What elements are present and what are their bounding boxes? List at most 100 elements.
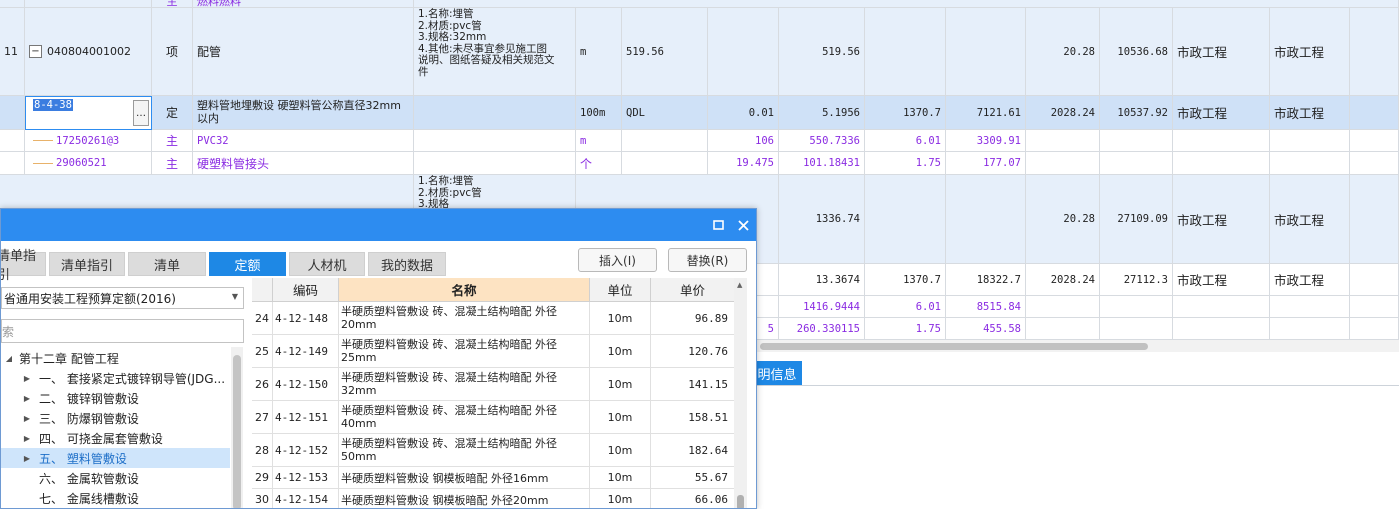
grid-cell xyxy=(1173,318,1270,340)
tree-item[interactable]: ▶ 一、 套接紧定式镀锌钢导管(JDG... xyxy=(1,368,230,388)
header-code[interactable]: 编码 xyxy=(273,278,339,302)
material-code-cell: 29060521 xyxy=(25,152,152,175)
close-icon[interactable] xyxy=(735,217,751,233)
caret-right-icon[interactable]: ▶ xyxy=(21,434,33,443)
feature-line: 1.名称:埋管 xyxy=(418,175,474,187)
tree-scrollbar-thumb[interactable] xyxy=(233,355,241,508)
horizontal-scrollbar-thumb[interactable] xyxy=(760,343,1148,350)
quota-code[interactable]: 4-12-150 xyxy=(273,368,339,401)
quota-unit: 10m xyxy=(590,489,651,508)
chevron-down-icon[interactable]: ▼ xyxy=(232,292,238,301)
quota-name[interactable]: 半硬质塑料管敷设 钢模板暗配 外径20mm xyxy=(339,489,590,508)
table-scrollbar-thumb[interactable] xyxy=(737,495,744,508)
quota-code[interactable]: 4-12-149 xyxy=(273,335,339,368)
quota-name[interactable]: 半硬质塑料管敷设 砖、混凝土结构暗配 外径20mm xyxy=(339,302,590,335)
row-qty: 101.18431 xyxy=(779,152,865,175)
caret-right-icon[interactable]: ▶ xyxy=(21,454,33,463)
grid-cell xyxy=(1350,130,1399,152)
quota-name[interactable]: 半硬质塑料管敷设 砖、混凝土结构暗配 外径40mm xyxy=(339,401,590,434)
tab-labor-material-machine[interactable]: 人材机 xyxy=(289,252,365,276)
tree-item[interactable]: ▶ 四、 可挠金属套管敷设 xyxy=(1,428,230,448)
grid-cell xyxy=(1350,152,1399,175)
table-scrollbar[interactable] xyxy=(734,278,747,508)
tab-list-guide[interactable]: 清单指引 xyxy=(49,252,125,276)
row-price: 2028.24 xyxy=(1026,264,1100,296)
quota-code[interactable]: 4-12-154 xyxy=(273,489,339,508)
quota-name[interactable]: 半硬质塑料管敷设 砖、混凝土结构暗配 外径50mm xyxy=(339,434,590,467)
tree-item[interactable]: ▶ 三、 防爆钢管敷设 xyxy=(1,408,230,428)
maximize-icon[interactable] xyxy=(710,217,726,233)
row-code-cell[interactable]: − 040804001002 xyxy=(25,8,152,96)
caret-right-icon[interactable]: ▶ xyxy=(21,374,33,383)
row-category: 市政工程 xyxy=(1173,96,1270,130)
quota-name[interactable]: 半硬质塑料管敷设 砖、混凝土结构暗配 外径32mm xyxy=(339,368,590,401)
row-unit: m xyxy=(576,8,622,96)
caret-right-icon[interactable]: ▶ xyxy=(21,394,33,403)
search-input[interactable]: 索 xyxy=(1,319,244,343)
feature-line: 1.名称:埋管 xyxy=(418,8,474,20)
header-unit[interactable]: 单位 xyxy=(590,278,651,302)
grid-cell-name: 燃料燃料 xyxy=(193,0,414,8)
grid-cell xyxy=(946,8,1026,96)
quota-code[interactable]: 4-12-148 xyxy=(273,302,339,335)
scroll-up-icon[interactable]: ▲ xyxy=(737,281,742,289)
row-name: 硬塑料管接头 xyxy=(193,152,414,175)
material-code: 29060521 xyxy=(56,157,107,169)
grid-cell xyxy=(0,130,25,152)
row-type: 项 xyxy=(152,8,193,96)
grid-cell xyxy=(1350,96,1399,130)
grid-cell xyxy=(1350,318,1399,340)
row-features: 1.名称:埋管 2.材质:pvc管 3.规格:32mm 4.其他:未尽事宜参见施… xyxy=(414,8,576,96)
quota-code-editor[interactable]: 8-4-38 … xyxy=(25,96,152,130)
quota-code[interactable]: 4-12-153 xyxy=(273,467,339,489)
row-qty: 550.7336 xyxy=(779,130,865,152)
row-unit-price: 6.01 xyxy=(865,130,946,152)
grid-cell xyxy=(708,8,779,96)
grid-cell xyxy=(946,175,1026,264)
tree-label: 二、 镀锌钢管敷设 xyxy=(39,391,139,406)
tab-list-guide-partial[interactable]: 清单指引 xyxy=(1,249,46,283)
tree-item-selected[interactable]: ▶ 五、 塑料管敷设 xyxy=(1,448,230,468)
tree-chapter[interactable]: ◢ 第十二章 配管工程 xyxy=(1,348,230,368)
dialog-title-bar[interactable] xyxy=(1,209,756,241)
more-button[interactable]: … xyxy=(133,100,149,126)
insert-button[interactable]: 插入(I) xyxy=(578,248,657,272)
quota-code[interactable]: 4-12-152 xyxy=(273,434,339,467)
grid-cell xyxy=(1350,264,1399,296)
quota-code[interactable]: 4-12-151 xyxy=(273,401,339,434)
grid-cell xyxy=(1100,296,1173,318)
row-qty: 519.56 xyxy=(779,8,865,96)
quota-name[interactable]: 半硬质塑料管敷设 砖、混凝土结构暗配 外径25mm xyxy=(339,335,590,368)
quota-price: 66.06 xyxy=(651,489,735,508)
divider xyxy=(756,385,1399,386)
quota-name[interactable]: 半硬质塑料管敷设 钢模板暗配 外径16mm xyxy=(339,467,590,489)
feature-line: 说明、图纸答疑及相关规范文 xyxy=(418,54,555,66)
collapse-icon[interactable]: − xyxy=(29,45,42,58)
search-text: 索 xyxy=(2,324,15,339)
grid-cell xyxy=(1270,152,1350,175)
header-name[interactable]: 名称 xyxy=(339,278,590,302)
tree-item[interactable]: ▶ 二、 镀锌钢管敷设 xyxy=(1,388,230,408)
tab-my-data[interactable]: 我的数据 xyxy=(368,252,446,276)
quota-code-input[interactable]: 8-4-38 xyxy=(33,99,73,111)
quota-library-select[interactable]: 省通用安装工程预算定额(2016) ▼ xyxy=(1,287,244,309)
row-price: 2028.24 xyxy=(1026,96,1100,130)
expand-icon[interactable]: ◢ xyxy=(3,354,15,363)
tree-item[interactable]: 七、 金属线槽敷设 xyxy=(1,488,230,508)
quota-unit: 10m xyxy=(590,401,651,434)
row-amount: 7121.61 xyxy=(946,96,1026,130)
tree-item[interactable]: 六、 金属软管敷设 xyxy=(1,468,230,488)
row-amount: 455.58 xyxy=(946,318,1026,340)
row-number: 25 xyxy=(252,335,273,368)
header-price[interactable]: 单价 xyxy=(651,278,735,302)
tab-quota[interactable]: 定额 xyxy=(209,252,286,276)
replace-button[interactable]: 替换(R) xyxy=(668,248,747,272)
tab-detail-info[interactable]: 明信息 xyxy=(752,361,802,385)
row-number: 29 xyxy=(252,467,273,489)
row-unit-price: 1370.7 xyxy=(865,96,946,130)
grid-cell xyxy=(0,152,25,175)
row-qty: 1336.74 xyxy=(779,175,865,264)
row-amount: 18322.7 xyxy=(946,264,1026,296)
tab-list[interactable]: 清单 xyxy=(128,252,206,276)
caret-right-icon[interactable]: ▶ xyxy=(21,414,33,423)
